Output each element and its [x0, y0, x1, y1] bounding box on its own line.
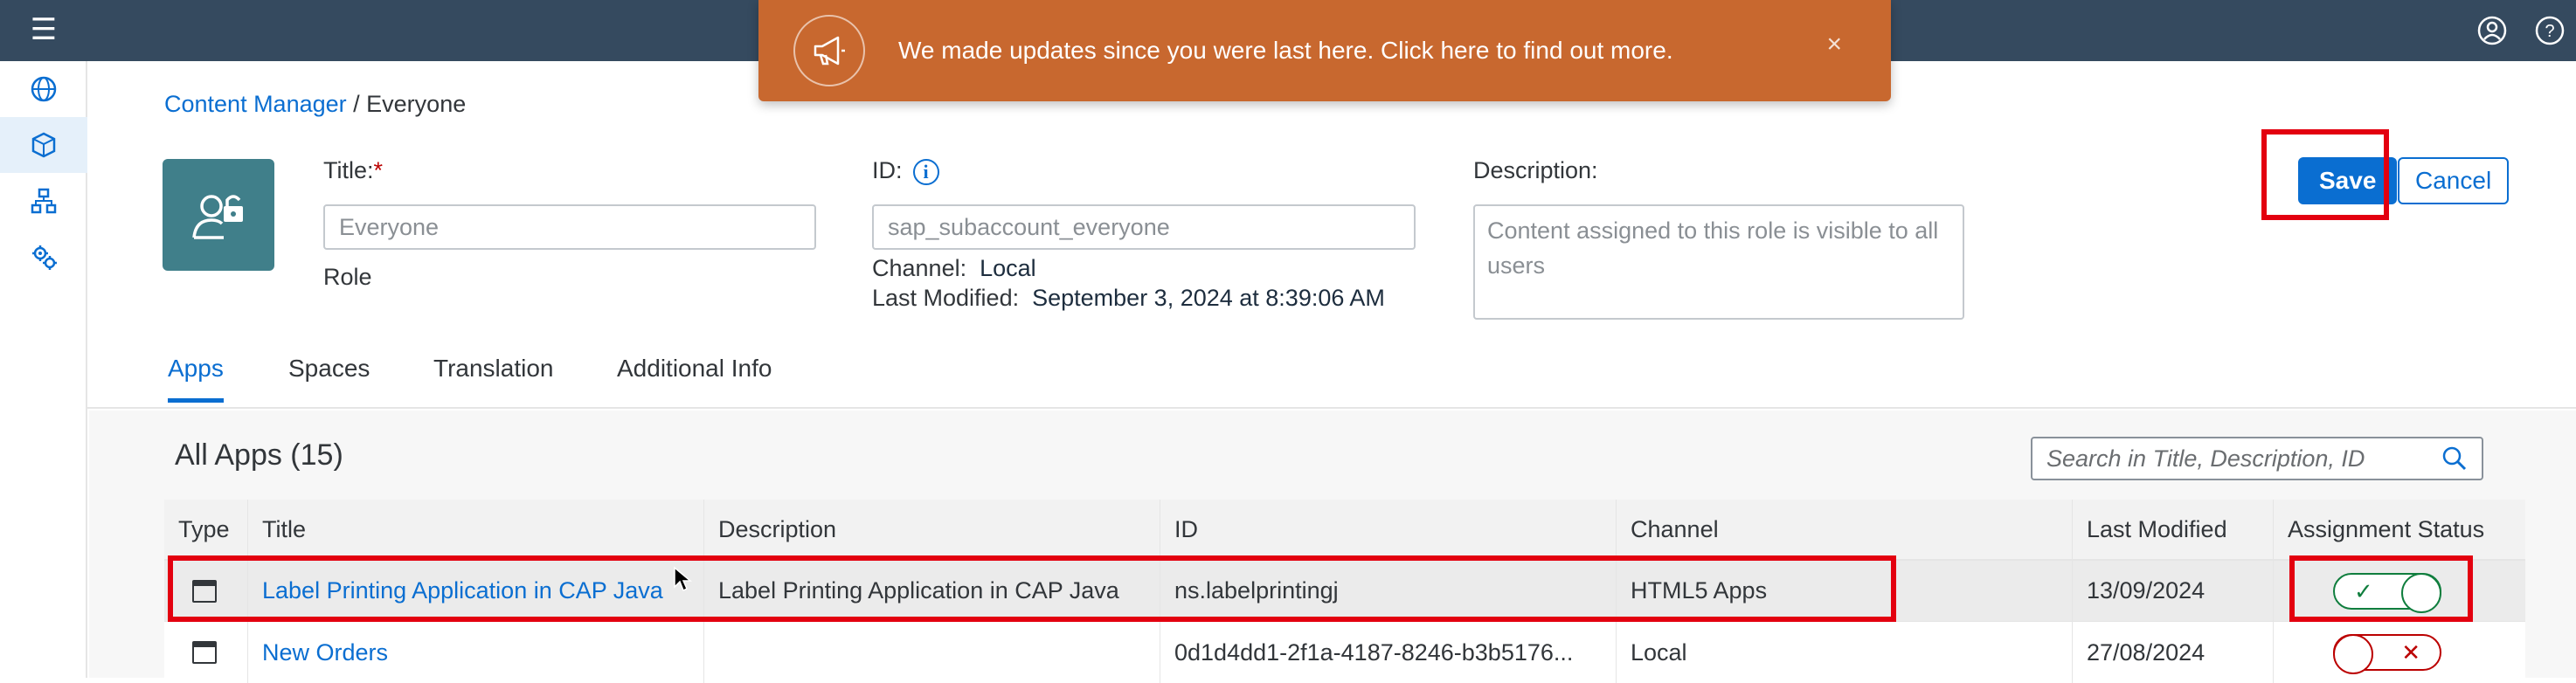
column-header-assignment-status[interactable]: Assignment Status	[2274, 500, 2525, 559]
title-input[interactable]: Everyone	[323, 204, 816, 250]
search-icon[interactable]	[2441, 445, 2468, 472]
last-modified-line: Last Modified: September 3, 2024 at 8:39…	[872, 285, 1385, 312]
app-type-cell	[164, 561, 248, 621]
column-header-title[interactable]: Title	[248, 500, 704, 559]
mouse-cursor-icon	[674, 566, 692, 592]
column-header-channel[interactable]: Channel	[1617, 500, 2073, 559]
role-avatar	[163, 159, 274, 271]
table-header-row: Type Title Description ID Channel Last M…	[164, 500, 2525, 561]
sidebar-item-content-manager[interactable]	[0, 117, 87, 173]
app-channel-cell: Local	[1617, 622, 2073, 683]
search-input[interactable]: Search in Title, Description, ID	[2046, 445, 2441, 473]
app-title-link[interactable]: New Orders	[262, 639, 388, 666]
sidebar-item-settings[interactable]	[0, 229, 87, 285]
assignment-toggle[interactable]: ✓	[2333, 572, 2441, 613]
sidebar-item-sites[interactable]	[0, 61, 87, 117]
side-navigation	[0, 61, 87, 678]
gears-icon	[32, 245, 57, 270]
app-last-modified-cell: 27/08/2024	[2073, 622, 2274, 683]
column-header-id[interactable]: ID	[1160, 500, 1617, 559]
app-assignment-cell: ✓	[2274, 561, 2525, 621]
breadcrumb-current: Everyone	[366, 91, 467, 117]
megaphone-icon	[793, 15, 865, 86]
breadcrumb-content-manager-link[interactable]: Content Manager	[164, 91, 347, 117]
title-label: Title:*	[323, 157, 384, 183]
tab-spaces[interactable]: Spaces	[288, 355, 370, 398]
close-icon[interactable]: ×	[1826, 30, 1842, 59]
cross-icon: ✕	[2401, 639, 2420, 666]
column-header-type: Type	[164, 500, 248, 559]
app-assignment-cell: ✕	[2274, 622, 2525, 683]
tab-apps[interactable]: Apps	[168, 355, 224, 403]
user-lock-icon	[192, 195, 243, 239]
shell-actions: ?	[2475, 9, 2576, 52]
app-id-cell: ns.labelprintingj	[1160, 561, 1617, 621]
app-last-modified-cell: 13/09/2024	[2073, 561, 2274, 621]
app-window-icon	[192, 641, 217, 664]
column-header-description[interactable]: Description	[704, 500, 1160, 559]
app-id-cell: 0d1d4dd1-2f1a-4187-8246-b3b5176...	[1160, 622, 1617, 683]
globe-icon	[31, 76, 57, 102]
checkmark-icon: ✓	[2354, 577, 2373, 604]
update-notification-toast[interactable]: We made updates since you were last here…	[758, 0, 1891, 101]
info-icon[interactable]: i	[912, 158, 939, 185]
toast-message: We made updates since you were last here…	[898, 37, 1673, 64]
app-title-link[interactable]: Label Printing Application in CAP Java	[262, 577, 663, 604]
id-label: ID: i	[872, 157, 939, 185]
tab-translation[interactable]: Translation	[433, 355, 553, 398]
cancel-button[interactable]: Cancel	[2398, 157, 2510, 204]
column-header-last-modified[interactable]: Last Modified	[2073, 500, 2274, 559]
help-icon[interactable]: ?	[2532, 13, 2567, 48]
table-row[interactable]: New Orders 0d1d4dd1-2f1a-4187-8246-b3b51…	[164, 622, 2525, 683]
app-description-cell	[704, 622, 1160, 683]
app-window-icon	[192, 579, 217, 603]
assignment-toggle[interactable]: ✕	[2333, 634, 2441, 674]
app-channel-cell: HTML5 Apps	[1617, 561, 2073, 621]
channel-label: Channel:	[872, 255, 967, 281]
tab-additional-info[interactable]: Additional Info	[617, 355, 772, 398]
id-field: sap_subaccount_everyone	[872, 204, 1416, 250]
breadcrumb-separator: /	[346, 91, 367, 117]
save-button[interactable]: Save	[2298, 157, 2398, 204]
last-modified-label: Last Modified:	[872, 285, 1020, 311]
sidebar-item-channel-manager[interactable]	[0, 173, 87, 229]
app-title-cell: Label Printing Application in CAP Java	[248, 561, 704, 621]
hierarchy-icon	[31, 188, 57, 214]
hamburger-menu-icon[interactable]: ☰	[26, 12, 61, 47]
svg-text:?: ?	[2545, 22, 2554, 41]
last-modified-value: September 3, 2024 at 8:39:06 AM	[1032, 285, 1385, 311]
apps-search-field[interactable]: Search in Title, Description, ID	[2031, 437, 2483, 480]
app-title-cell: New Orders	[248, 622, 704, 683]
channel-value: Local	[980, 255, 1036, 281]
cube-icon	[31, 132, 56, 158]
required-marker: *	[373, 157, 384, 183]
apps-section-title: All Apps (15)	[175, 438, 343, 472]
description-label: Description:	[1473, 157, 1598, 183]
tab-bar: Apps Spaces Translation Additional Info	[87, 342, 2576, 409]
app-description-cell: Label Printing Application in CAP Java	[704, 561, 1160, 621]
breadcrumb: Content Manager / Everyone	[164, 91, 466, 118]
user-account-icon[interactable]	[2475, 13, 2510, 48]
table-row[interactable]: Label Printing Application in CAP Java L…	[164, 561, 2525, 622]
app-type-cell	[164, 622, 248, 683]
description-textarea[interactable]: Content assigned to this role is visible…	[1473, 204, 1964, 320]
channel-line: Channel: Local	[872, 255, 1036, 282]
role-type-label: Role	[323, 264, 372, 290]
